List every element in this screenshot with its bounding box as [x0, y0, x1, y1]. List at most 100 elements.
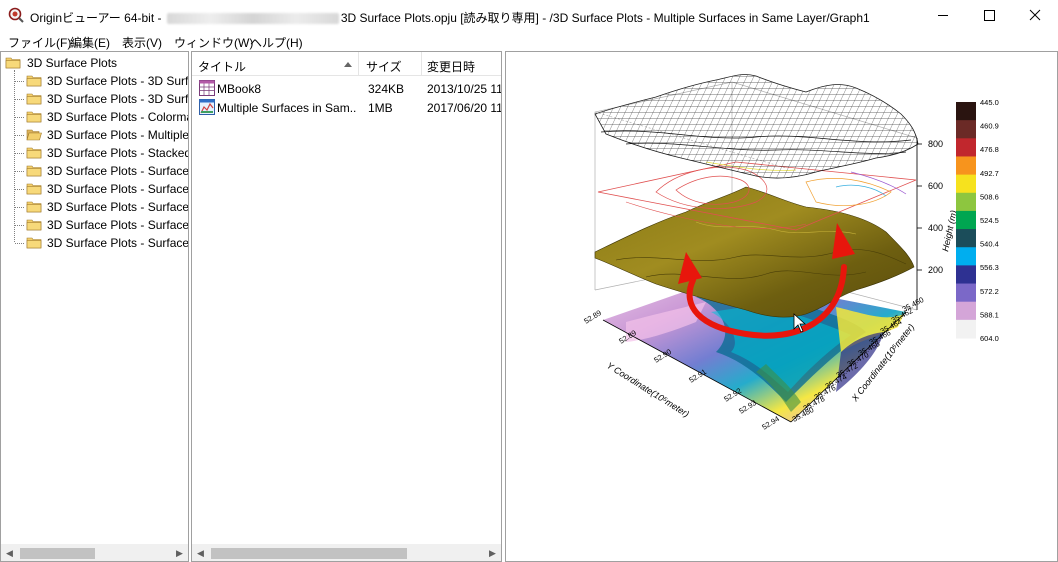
sort-ascending-icon[interactable]	[344, 61, 352, 67]
window-title-suffix: 3D Surface Plots.opju [読み取り専用] - /3D Sur…	[340, 11, 870, 25]
colorbar-swatch	[956, 138, 976, 157]
colorbar-label: 588.1	[980, 310, 999, 319]
list-item[interactable]: MBook8 324KB 2013/10/25 11	[192, 79, 502, 98]
window-title-prefix: Originビューアー 64-bit -	[30, 11, 165, 25]
tree-horizontal-scrollbar[interactable]: ◀ ▶	[1, 544, 188, 561]
colorbar-swatch	[956, 156, 976, 176]
redacted-path	[166, 13, 339, 25]
cell-modified: 2017/06/20 11	[427, 101, 502, 115]
menu-file[interactable]: ファイル(F)	[8, 34, 71, 51]
folder-icon	[26, 237, 42, 249]
wireframe-surface	[594, 74, 919, 179]
z-tick-label: 600	[928, 181, 943, 191]
scroll-right-icon[interactable]: ▶	[171, 545, 188, 561]
tree-item-label: 3D Surface Plots - 3D Surface	[47, 74, 189, 88]
colorbar-swatch	[956, 102, 976, 121]
colorbar-swatch	[956, 265, 976, 285]
workbook-icon	[199, 80, 215, 96]
colorbar-label: 492.7	[980, 169, 999, 178]
origin-app-icon[interactable]	[8, 7, 24, 23]
z-tick-label: 800	[928, 139, 943, 149]
folder-icon	[26, 75, 42, 87]
folder-open-icon	[26, 129, 42, 141]
tree-item-label: 3D Surface Plots - 3D Surface	[47, 92, 189, 106]
column-title[interactable]: タイトル	[198, 58, 246, 75]
scroll-left-icon[interactable]: ◀	[1, 545, 18, 561]
column-separator[interactable]	[358, 52, 359, 76]
column-size[interactable]: サイズ	[366, 58, 402, 75]
folder-icon	[26, 201, 42, 213]
tree-item-label: 3D Surface Plots - Colormap	[47, 110, 189, 124]
column-modified[interactable]: 変更日時	[427, 58, 475, 75]
colorbar-label: 524.5	[980, 216, 999, 225]
middle-surface	[594, 186, 915, 318]
colorbar-label: 540.4	[980, 240, 999, 249]
maximize-icon	[984, 10, 995, 21]
tree-item-label: 3D Surface Plots - Multiple Surfaces	[47, 128, 189, 142]
list-item[interactable]: Multiple Surfaces in Sam... 1MB 2017/06/20…	[192, 98, 502, 117]
menu-window[interactable]: ウィンドウ(W)	[174, 34, 253, 51]
y-axis-title: Y Coordinate(10⁵meter)	[605, 360, 691, 419]
tree-item-label: 3D Surface Plots - Surface Plot	[47, 200, 189, 214]
colorbar-swatch	[956, 283, 976, 303]
close-button[interactable]	[1012, 0, 1058, 31]
window-list-pane[interactable]: タイトル サイズ 変更日時 MBook8 324KB 2013/10/25 11 Mu…	[191, 51, 502, 562]
colorbar-label: 508.6	[980, 192, 999, 201]
3d-surface-graph[interactable]: 800 600 400 200 Height (m) 52.89 52.89 5…	[506, 52, 1058, 562]
folder-icon	[26, 183, 42, 195]
colorbar-swatch	[956, 319, 976, 339]
maximize-button[interactable]	[966, 0, 1012, 31]
z-axis: 800 600 400 200 Height (m)	[916, 138, 959, 310]
folder-icon	[26, 147, 42, 159]
colorbar-label: 476.8	[980, 145, 999, 154]
colorbar-swatch	[956, 120, 976, 139]
list-horizontal-scrollbar[interactable]: ◀ ▶	[192, 544, 501, 561]
cell-title: Multiple Surfaces in Sam...	[217, 101, 357, 115]
colorbar-label: 572.2	[980, 287, 999, 296]
menu-edit[interactable]: 編集(E)	[70, 34, 110, 51]
tree-item-label: 3D Surface Plots - Stacked	[47, 146, 189, 160]
scroll-right-icon[interactable]: ▶	[484, 545, 501, 561]
colorbar-label: 445.0	[980, 98, 999, 107]
colorbar-swatch	[956, 229, 976, 248]
list-header: タイトル サイズ 変更日時	[192, 52, 501, 76]
menu-help[interactable]: ヘルプ(H)	[250, 34, 303, 51]
cell-size: 324KB	[368, 82, 405, 96]
scroll-thumb[interactable]	[211, 548, 407, 559]
graph-icon	[199, 99, 215, 115]
colorbar-label: 460.9	[980, 122, 999, 131]
z-tick-label: 200	[928, 265, 943, 275]
column-separator[interactable]	[421, 52, 422, 76]
colorbar-swatch	[956, 192, 976, 212]
project-explorer-tree[interactable]: 3D Surface Plots 3D Surface Plots - 3D Su…	[0, 51, 189, 562]
colorbar-swatch	[956, 210, 976, 230]
window-title: Originビューアー 64-bit - 3D Surface Plots.op…	[30, 9, 870, 26]
colorbar-label: 604.0	[980, 334, 999, 343]
z-tick-label: 400	[928, 223, 943, 233]
y-tick-label: 52.94	[760, 414, 781, 432]
tree-item-label: 3D Surface Plots - Surface Plot	[47, 182, 189, 196]
scroll-thumb[interactable]	[20, 548, 95, 559]
colorbar-label: 556.3	[980, 263, 999, 272]
menu-bar: ファイル(F) 編集(E) 表示(V) ウィンドウ(W) ヘルプ(H)	[0, 31, 1058, 50]
y-tick-label: 52.89	[582, 308, 603, 326]
tree-item-label: 3D Surface Plots - Surface in	[47, 164, 189, 178]
minimize-icon	[938, 15, 948, 16]
cell-modified: 2013/10/25 11	[427, 82, 502, 96]
tree-root-label: 3D Surface Plots	[27, 56, 118, 70]
folder-icon	[26, 111, 42, 123]
menu-view[interactable]: 表示(V)	[122, 34, 162, 51]
folder-icon	[26, 219, 42, 231]
minimize-button[interactable]	[920, 0, 966, 31]
close-icon	[1029, 9, 1041, 21]
colorbar-swatch	[956, 301, 976, 321]
tree-item-label: 3D Surface Plots - Surface with	[47, 236, 189, 250]
title-bar[interactable]: Originビューアー 64-bit - 3D Surface Plots.op…	[0, 0, 1058, 31]
color-scale-bar: 445.0 460.9 476.8 492.7 508.6 524.5 540.4 556.3…	[956, 98, 999, 343]
cell-title: MBook8	[217, 82, 262, 96]
tree-item-label: 3D Surface Plots - Surface with	[47, 218, 189, 232]
scroll-left-icon[interactable]: ◀	[192, 545, 209, 561]
folder-icon	[26, 93, 42, 105]
colorbar-swatch	[956, 174, 976, 194]
graph-preview-pane[interactable]: 800 600 400 200 Height (m) 52.89 52.89 5…	[505, 51, 1058, 562]
